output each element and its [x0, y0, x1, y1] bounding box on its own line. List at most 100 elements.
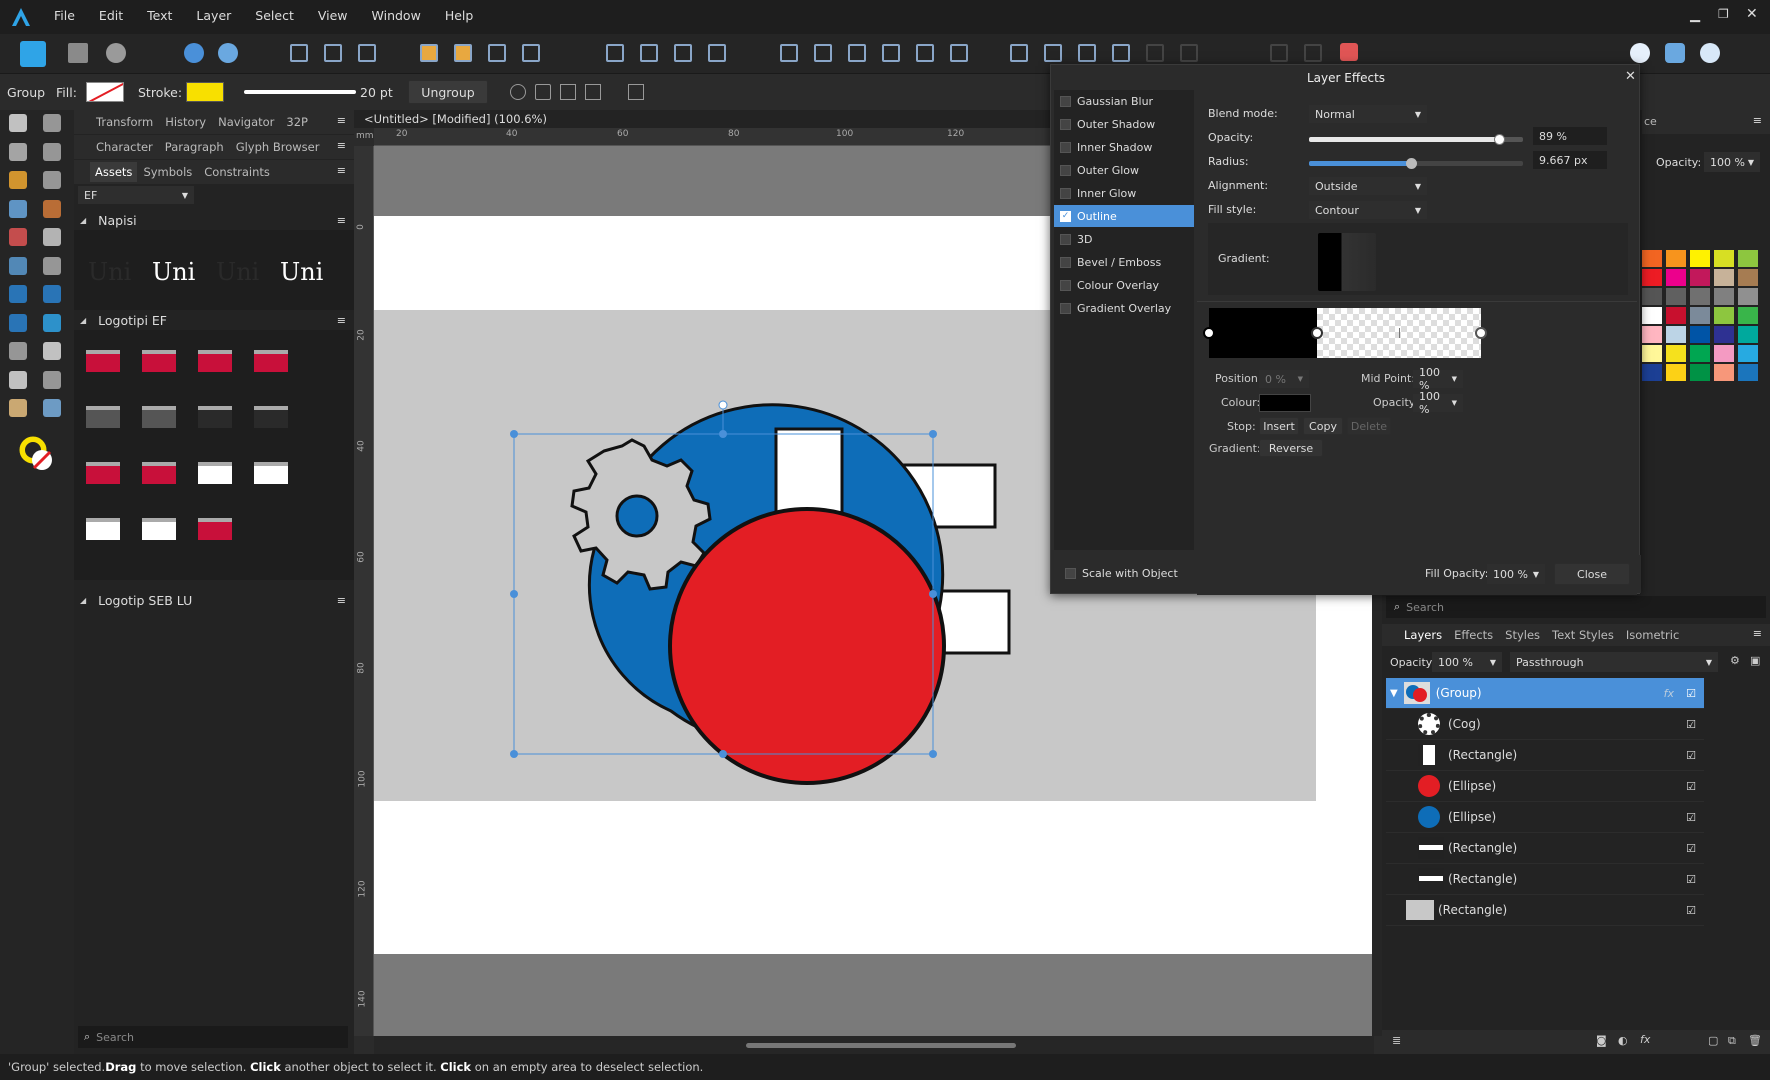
effect-item-inner-glow[interactable]: Inner Glow	[1054, 182, 1194, 204]
panel-menu-icon[interactable]: ≡	[337, 139, 346, 152]
toolbar-action-icon[interactable]	[916, 44, 934, 62]
effect-checkbox[interactable]	[1060, 233, 1071, 245]
expand-icon[interactable]: ▼	[1390, 688, 1398, 699]
stroke-width-value[interactable]: 20 pt	[360, 85, 393, 100]
tab-32p[interactable]: 32P	[286, 115, 308, 129]
alignment-dropdown[interactable]: Outside ▼	[1309, 177, 1427, 195]
brush-icon[interactable]	[218, 43, 238, 63]
logo-asset-thumbnail[interactable]	[86, 462, 120, 484]
tab-glyph-browser[interactable]: Glyph Browser	[236, 140, 320, 154]
fill-opacity-dropdown[interactable]: 100 % ▼	[1487, 564, 1545, 584]
section-napisi[interactable]: ◢ Napisi ≡	[80, 210, 350, 230]
asset-item[interactable]: Uni	[216, 258, 259, 286]
rounded-rect-icon[interactable]	[9, 313, 27, 332]
layer-row-ellipse-blue[interactable]: (Ellipse) ☑	[1386, 802, 1704, 833]
visibility-checkbox[interactable]: ☑	[1686, 811, 1696, 824]
section-menu-icon[interactable]: ≡	[337, 314, 346, 327]
layers-stack-icon[interactable]: ≣	[1392, 1034, 1401, 1047]
gradient-stop-mid[interactable]	[1311, 327, 1323, 339]
tab-paragraph[interactable]: Paragraph	[165, 140, 224, 154]
colour-swatch[interactable]	[1714, 345, 1734, 362]
rectangle-tool-icon[interactable]	[9, 285, 27, 303]
fill-tool-icon[interactable]	[9, 228, 27, 246]
close-icon[interactable]: ✕	[1625, 69, 1636, 84]
mask-icon[interactable]: ◙	[1596, 1034, 1607, 1047]
lock-icon[interactable]: ▣	[1750, 654, 1760, 667]
toolbar-action-icon[interactable]	[324, 44, 342, 62]
layer-row-rectangle-2[interactable]: (Rectangle) ☑	[1386, 833, 1704, 864]
toolbar-action-icon[interactable]	[1270, 44, 1288, 62]
colour-swatch[interactable]	[1642, 345, 1662, 362]
tab-effects[interactable]: Effects	[1454, 628, 1493, 642]
effect-item-inner-shadow[interactable]: Inner Shadow	[1054, 136, 1194, 158]
colour-swatch[interactable]	[1714, 269, 1734, 286]
delete-stop-button[interactable]: Delete	[1347, 417, 1391, 435]
share-icon[interactable]	[184, 43, 204, 63]
minimize-icon[interactable]: ▁	[1690, 8, 1700, 23]
colour-swatch[interactable]	[1666, 326, 1686, 343]
menu-text[interactable]: Text	[147, 8, 172, 23]
effect-checkbox[interactable]	[1060, 95, 1071, 107]
panel-menu-icon[interactable]: ≡	[337, 114, 346, 127]
position-field[interactable]: 0 % ▼	[1259, 370, 1309, 388]
pixel-persona-icon[interactable]	[68, 43, 88, 63]
toolbar-action-icon[interactable]	[674, 44, 692, 62]
asset-item[interactable]: Uni	[152, 258, 195, 286]
layer-row-group[interactable]: ▼ (Group) fx ☑	[1386, 678, 1704, 709]
colour-swatch[interactable]	[1666, 307, 1686, 324]
effect-checkbox[interactable]	[1060, 279, 1071, 291]
toolbar-action-icon[interactable]	[1304, 44, 1322, 62]
colour-picker-icon[interactable]	[18, 434, 56, 472]
visibility-checkbox[interactable]: ☑	[1686, 687, 1696, 700]
gradient-stop-left[interactable]	[1203, 327, 1215, 339]
vertical-ruler[interactable]: 0 20 40 60 80 100 120 140	[354, 146, 374, 1036]
tab-character[interactable]: Character	[96, 140, 153, 154]
toolbar-action-icon[interactable]	[640, 44, 658, 62]
tab-layers[interactable]: Layers	[1404, 628, 1442, 642]
logo-asset-thumbnail[interactable]	[86, 406, 120, 428]
horizontal-scrollbar[interactable]	[374, 1036, 1374, 1054]
colour-swatch[interactable]	[1738, 250, 1758, 267]
visibility-checkbox[interactable]: ☑	[1686, 842, 1696, 855]
swatch-opacity-dropdown[interactable]: 100 % ▼	[1704, 152, 1760, 172]
duplicate-icon[interactable]: ⧉	[1728, 1034, 1736, 1048]
artboard-tool-icon[interactable]	[43, 114, 61, 132]
colour-swatch[interactable]	[1666, 269, 1686, 286]
colour-swatch[interactable]	[1738, 326, 1758, 343]
colour-swatch[interactable]	[1642, 288, 1662, 305]
layers-opacity-dropdown[interactable]: 100 % ▼	[1432, 652, 1502, 672]
delete-icon[interactable]: 🗑	[1748, 1034, 1762, 1047]
close-window-icon[interactable]: ✕	[1746, 6, 1758, 22]
menu-help[interactable]: Help	[445, 8, 474, 23]
gradient-swatch[interactable]	[1318, 233, 1376, 291]
scale-with-object-checkbox[interactable]: Scale with Object	[1065, 567, 1178, 580]
logo-asset-thumbnail[interactable]	[86, 518, 120, 540]
export-persona-icon[interactable]	[106, 43, 126, 63]
layer-row-rectangle[interactable]: (Rectangle) ☑	[1386, 740, 1704, 771]
boolean-intersect-icon[interactable]	[1700, 43, 1720, 63]
logo-asset-thumbnail[interactable]	[198, 350, 232, 372]
close-dialog-button[interactable]: Close	[1554, 563, 1630, 585]
artistic-text-icon[interactable]	[43, 342, 61, 360]
layer-row-rectangle-bg[interactable]: (Rectangle) ☑	[1386, 895, 1704, 926]
fx-icon[interactable]: fx	[1640, 1033, 1650, 1046]
stroke-width-slider[interactable]	[244, 90, 356, 94]
toolbar-action-icon[interactable]	[488, 44, 506, 62]
colour-swatch[interactable]	[1642, 364, 1662, 381]
effect-item-outline[interactable]: ✓ Outline	[1054, 205, 1194, 227]
colour-swatch[interactable]	[1714, 288, 1734, 305]
gradient-midpoint-marker[interactable]	[1399, 328, 1400, 338]
colour-swatch[interactable]	[1738, 288, 1758, 305]
effect-item-colour-overlay[interactable]: Colour Overlay	[1054, 274, 1194, 296]
effect-item-gaussian-blur[interactable]: Gaussian Blur	[1054, 90, 1194, 112]
logo-asset-thumbnail[interactable]	[142, 406, 176, 428]
ungroup-button[interactable]: Ungroup	[408, 80, 488, 104]
logo-asset-thumbnail[interactable]	[198, 518, 232, 540]
opacity-slider[interactable]	[1309, 134, 1523, 145]
insert-stop-button[interactable]: Insert	[1259, 417, 1299, 435]
effect-item-outer-glow[interactable]: Outer Glow	[1054, 159, 1194, 181]
colour-picker-tool-icon[interactable]	[43, 370, 61, 389]
menu-edit[interactable]: Edit	[99, 8, 123, 23]
panel-menu-icon[interactable]: ≡	[337, 164, 346, 177]
section-logotipi-ef[interactable]: ◢ Logotipi EF ≡	[80, 310, 350, 330]
